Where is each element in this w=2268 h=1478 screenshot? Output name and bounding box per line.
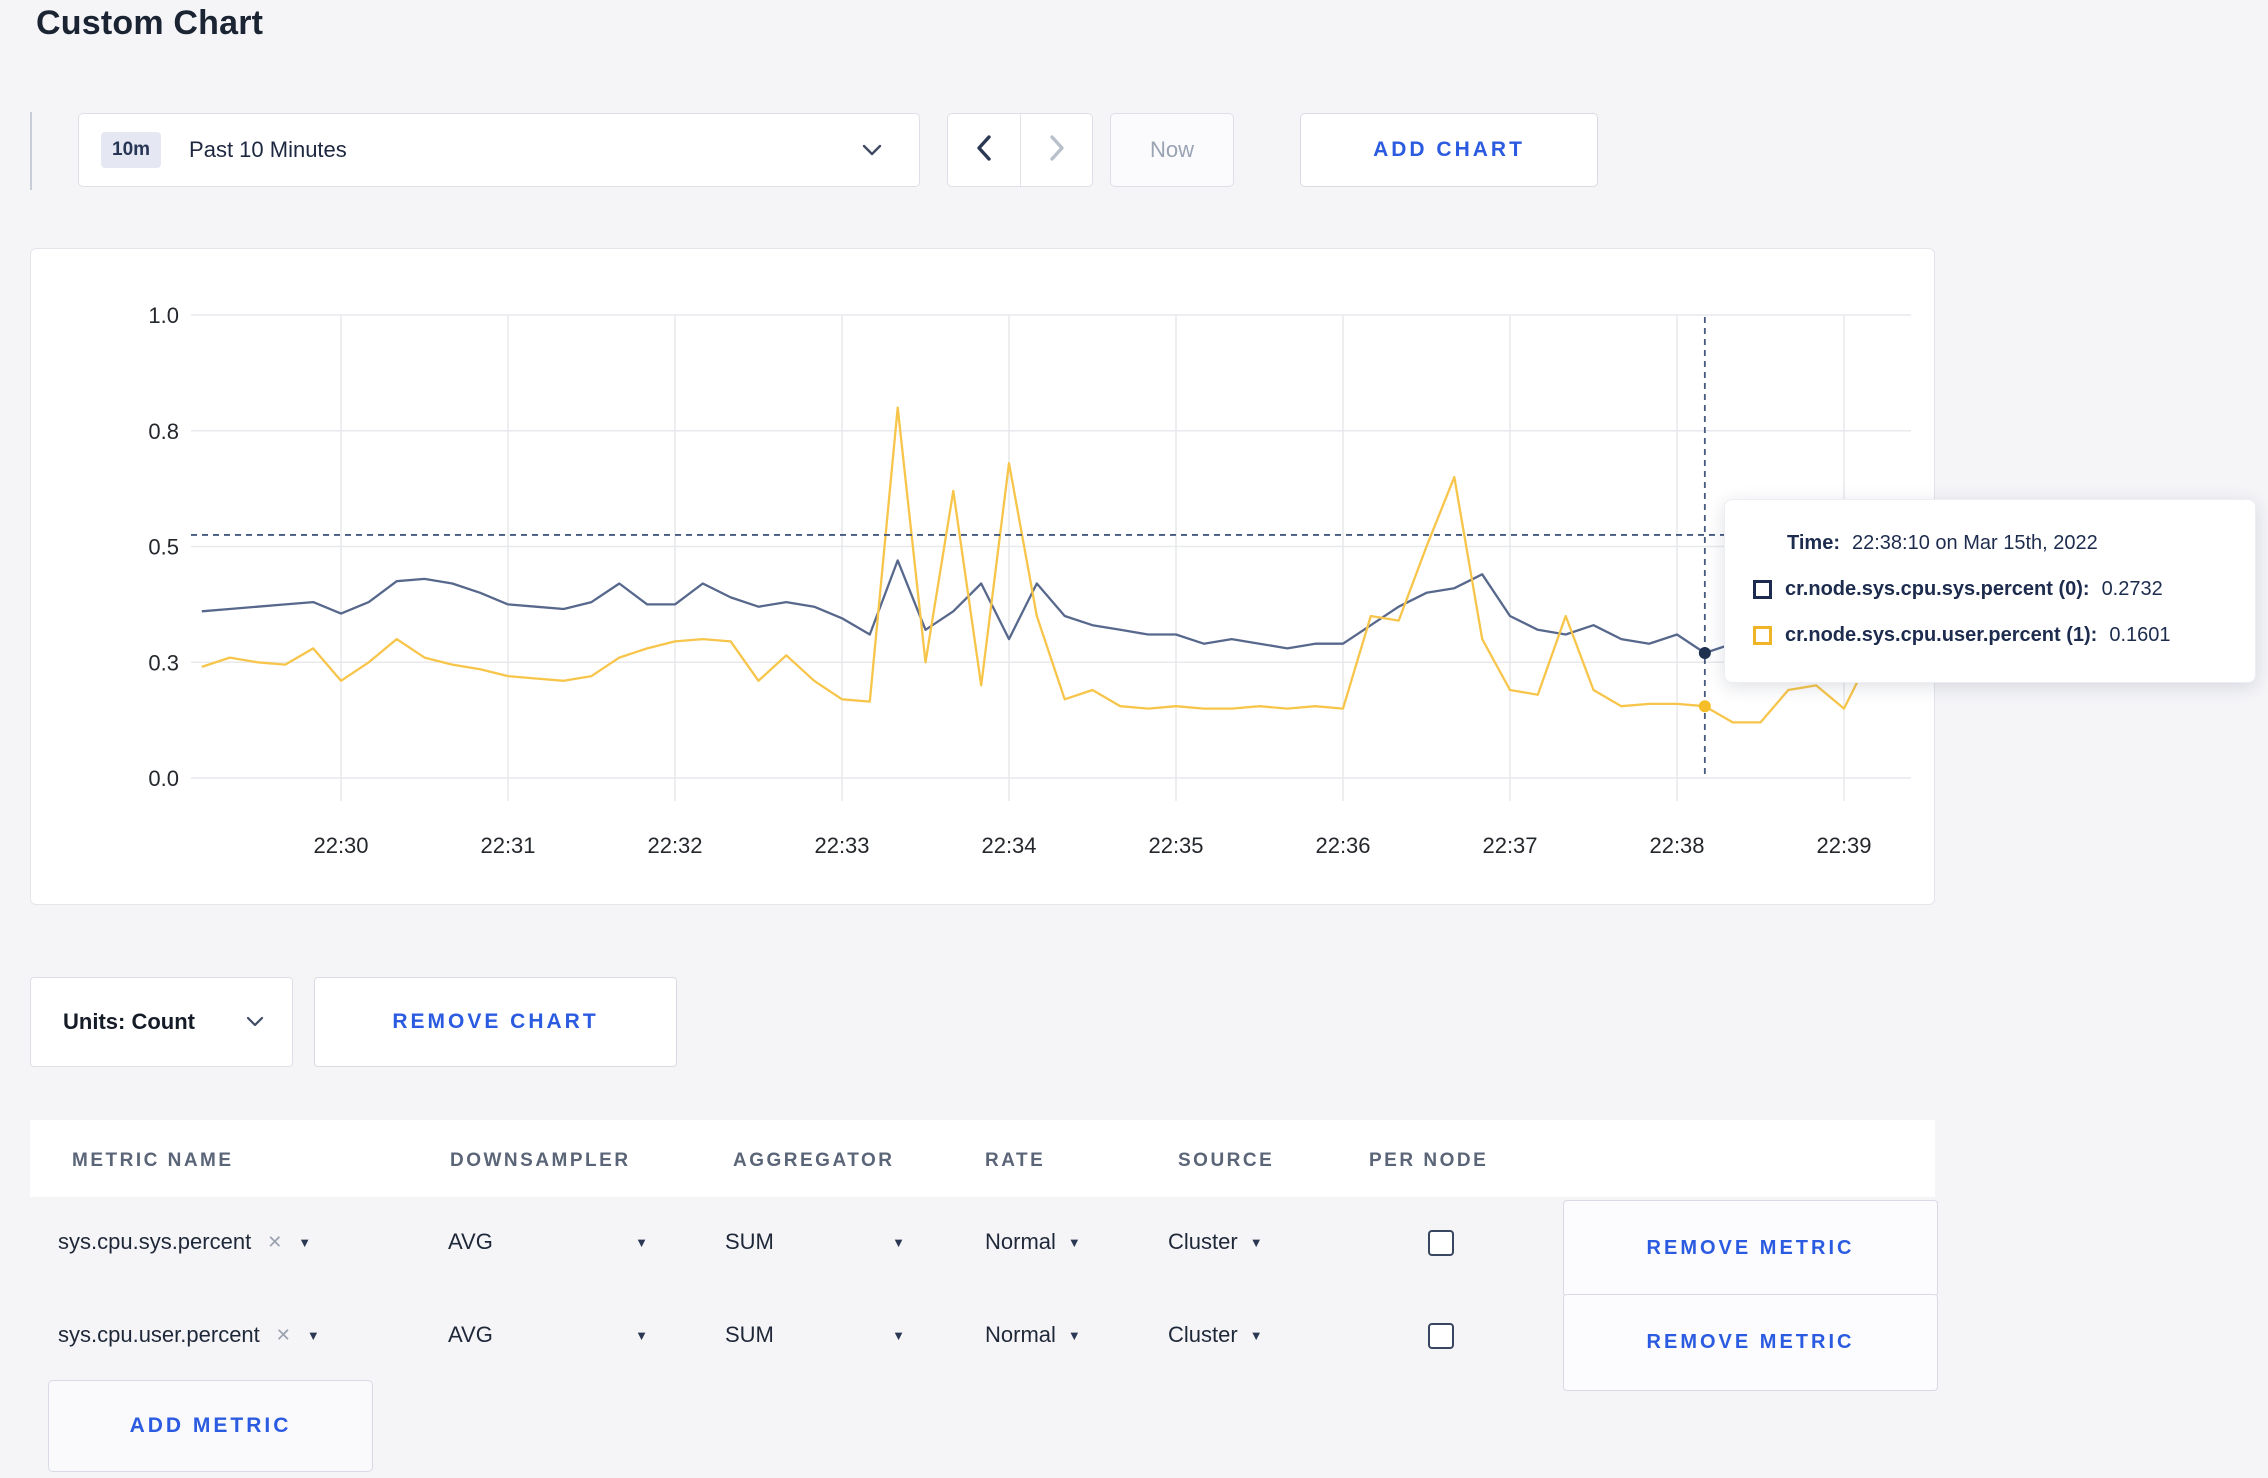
downsampler-select[interactable]: AVG ▼ — [448, 1322, 648, 1348]
add-metric-button[interactable]: ADD METRIC — [48, 1380, 373, 1472]
rate-value: Normal — [985, 1229, 1056, 1254]
caret-down-icon[interactable]: ▼ — [307, 1328, 320, 1343]
chart-card: 0.0 0.3 0.5 0.8 1.0 22:30 22:31 22:32 22:33 22:34… — [30, 248, 1935, 905]
caret-down-icon: ▼ — [892, 1327, 905, 1343]
y-tick-label: 0.5 — [148, 535, 179, 560]
prev-timeframe-button[interactable] — [948, 114, 1020, 186]
caret-down-icon[interactable]: ▼ — [298, 1235, 311, 1250]
timeframe-dropdown[interactable]: 10m Past 10 Minutes — [78, 113, 920, 187]
tooltip-series-row: cr.node.sys.cpu.sys.percent (0): 0.2732 — [1753, 578, 2231, 601]
tooltip-time-value: 22:38:10 on Mar 15th, 2022 — [1851, 532, 2098, 554]
user-series-swatch-icon — [1753, 626, 1772, 645]
caret-down-icon: ▼ — [635, 1327, 648, 1343]
x-tick-label: 22:31 — [480, 833, 535, 858]
x-tick-label: 22:36 — [1315, 833, 1370, 858]
metrics-table-header — [30, 1120, 1935, 1197]
x-tick-label: 22:34 — [981, 833, 1036, 858]
tooltip-series-value: 0.2732 — [2101, 578, 2163, 600]
custom-chart-page: { "page": { "title": "Custom Chart" }, "… — [0, 0, 2268, 1478]
timeseries-chart[interactable]: 0.0 0.3 0.5 0.8 1.0 22:30 22:31 22:32 22:33 22:34… — [31, 249, 1936, 906]
series-line-1 — [201, 406, 1901, 724]
chevron-left-icon — [973, 134, 995, 167]
series-line-0 — [201, 559, 1900, 655]
chevron-right-icon — [1046, 134, 1068, 167]
chart-tooltip: Time: 22:38:10 on Mar 15th, 2022 cr.node… — [1724, 499, 2256, 683]
clear-metric-icon[interactable]: ✕ — [267, 1232, 282, 1253]
tooltip-series-row: cr.node.sys.cpu.user.percent (1): 0.1601 — [1753, 624, 2231, 647]
aggregator-select[interactable]: SUM ▼ — [725, 1322, 905, 1348]
caret-down-icon: ▼ — [892, 1234, 905, 1250]
metric-name-select[interactable]: sys.cpu.user.percent — [58, 1322, 260, 1348]
rate-select[interactable]: Normal ▼ — [985, 1229, 1081, 1255]
crosshair-dot-1 — [1698, 700, 1711, 713]
timeframe-label: Past 10 Minutes — [189, 137, 347, 162]
aggregator-select[interactable]: SUM ▼ — [725, 1229, 905, 1255]
timeframe-badge: 10m — [101, 132, 162, 168]
units-dropdown[interactable]: Units: Count — [30, 977, 293, 1067]
y-tick-label: 0.3 — [148, 650, 179, 675]
caret-down-icon: ▼ — [1249, 1234, 1263, 1250]
chevron-down-icon — [246, 1016, 264, 1028]
col-header-per-node: PER NODE — [1369, 1150, 1489, 1171]
x-tick-label: 22:38 — [1649, 833, 1704, 858]
col-header-downsampler: DOWNSAMPLER — [450, 1150, 631, 1171]
add-chart-button[interactable]: ADD CHART — [1300, 113, 1598, 187]
tooltip-time-row: Time: 22:38:10 on Mar 15th, 2022 — [1787, 532, 2231, 555]
col-header-rate: RATE — [985, 1150, 1046, 1171]
tooltip-series-label: cr.node.sys.cpu.user.percent (1): — [1785, 624, 2098, 646]
x-tick-label: 22:32 — [647, 833, 702, 858]
y-tick-label: 1.0 — [148, 303, 179, 328]
caret-down-icon: ▼ — [1249, 1327, 1263, 1343]
aggregator-value: SUM — [725, 1322, 774, 1347]
downsampler-value: AVG — [448, 1322, 493, 1347]
caret-down-icon: ▼ — [1067, 1234, 1081, 1250]
caret-down-icon: ▼ — [635, 1234, 648, 1250]
remove-metric-button[interactable]: REMOVE METRIC — [1563, 1294, 1938, 1391]
metric-name-select[interactable]: sys.cpu.sys.percent — [58, 1229, 251, 1255]
chevron-down-icon — [861, 143, 883, 157]
downsampler-select[interactable]: AVG ▼ — [448, 1229, 648, 1255]
tooltip-series-value: 0.1601 — [2109, 624, 2171, 646]
clear-metric-icon[interactable]: ✕ — [276, 1325, 291, 1346]
x-tick-label: 22:33 — [814, 833, 869, 858]
aggregator-value: SUM — [725, 1229, 774, 1254]
rate-value: Normal — [985, 1322, 1056, 1347]
source-select[interactable]: Cluster ▼ — [1168, 1229, 1263, 1255]
tooltip-time-label: Time: — [1787, 532, 1840, 554]
page-title: Custom Chart — [36, 4, 264, 42]
caret-down-icon: ▼ — [1067, 1327, 1081, 1343]
source-value: Cluster — [1168, 1322, 1238, 1347]
downsampler-value: AVG — [448, 1229, 493, 1254]
toolbar-divider — [30, 112, 32, 190]
tooltip-series-label: cr.node.sys.cpu.sys.percent (0): — [1785, 578, 2090, 600]
x-tick-label: 22:37 — [1482, 833, 1537, 858]
per-node-checkbox[interactable] — [1428, 1230, 1454, 1256]
rate-select[interactable]: Normal ▼ — [985, 1322, 1081, 1348]
next-timeframe-button[interactable] — [1020, 114, 1092, 186]
col-header-source: SOURCE — [1178, 1150, 1275, 1171]
y-tick-label: 0.8 — [148, 419, 179, 444]
remove-chart-button[interactable]: REMOVE CHART — [314, 977, 677, 1067]
per-node-checkbox[interactable] — [1428, 1323, 1454, 1349]
table-row: sys.cpu.sys.percent ✕ ▼ — [58, 1229, 311, 1255]
x-tick-label: 22:30 — [313, 833, 368, 858]
x-tick-label: 22:35 — [1148, 833, 1203, 858]
sys-series-swatch-icon — [1753, 580, 1772, 599]
source-select[interactable]: Cluster ▼ — [1168, 1322, 1263, 1348]
x-tick-label: 22:39 — [1816, 833, 1871, 858]
col-header-metric-name: METRIC NAME — [72, 1150, 234, 1171]
now-button[interactable]: Now — [1110, 113, 1234, 187]
units-label: Units: Count — [63, 1009, 195, 1034]
y-tick-label: 0.0 — [148, 766, 179, 791]
source-value: Cluster — [1168, 1229, 1238, 1254]
table-row: sys.cpu.user.percent ✕ ▼ — [58, 1322, 320, 1348]
remove-metric-button[interactable]: REMOVE METRIC — [1563, 1200, 1938, 1297]
crosshair-dot-0 — [1698, 646, 1711, 659]
col-header-aggregator: AGGREGATOR — [733, 1150, 895, 1171]
timeframe-arrows — [947, 113, 1093, 187]
